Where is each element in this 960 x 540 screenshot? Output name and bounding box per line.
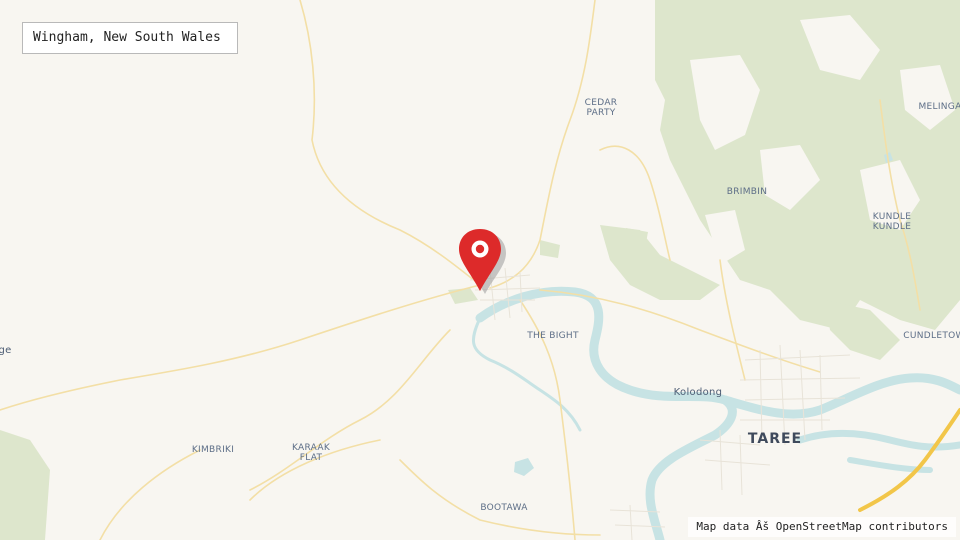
map-attribution[interactable]: Map data Âš OpenStreetMap contributors — [688, 517, 956, 537]
place-label-cundletown: CUNDLETOW — [903, 331, 960, 341]
place-label-karaak-flat: KARAAK FLAT — [291, 443, 331, 463]
place-label-kundle-kundle: KUNDLE KUNDLE — [872, 212, 912, 232]
place-label-the-bight: THE BIGHT — [527, 331, 579, 341]
map-pin-icon[interactable] — [455, 228, 507, 294]
location-title-box: Wingham, New South Wales — [22, 22, 238, 54]
place-label-edge: ge — [0, 345, 12, 356]
place-label-cedar-party: CEDAR PARTY — [584, 98, 618, 118]
place-label-melinga: MELINGA — [918, 102, 960, 112]
place-label-kimbriki: KIMBRIKI — [191, 445, 235, 455]
place-label-brimbin: BRIMBIN — [726, 187, 768, 197]
place-label-kolodong: Kolodong — [673, 387, 723, 398]
map-canvas[interactable]: CEDAR PARTY MELINGA BRIMBIN KUNDLE KUNDL… — [0, 0, 960, 540]
place-label-taree: TAREE — [747, 431, 803, 447]
place-label-bootawa: BOOTAWA — [480, 503, 528, 513]
